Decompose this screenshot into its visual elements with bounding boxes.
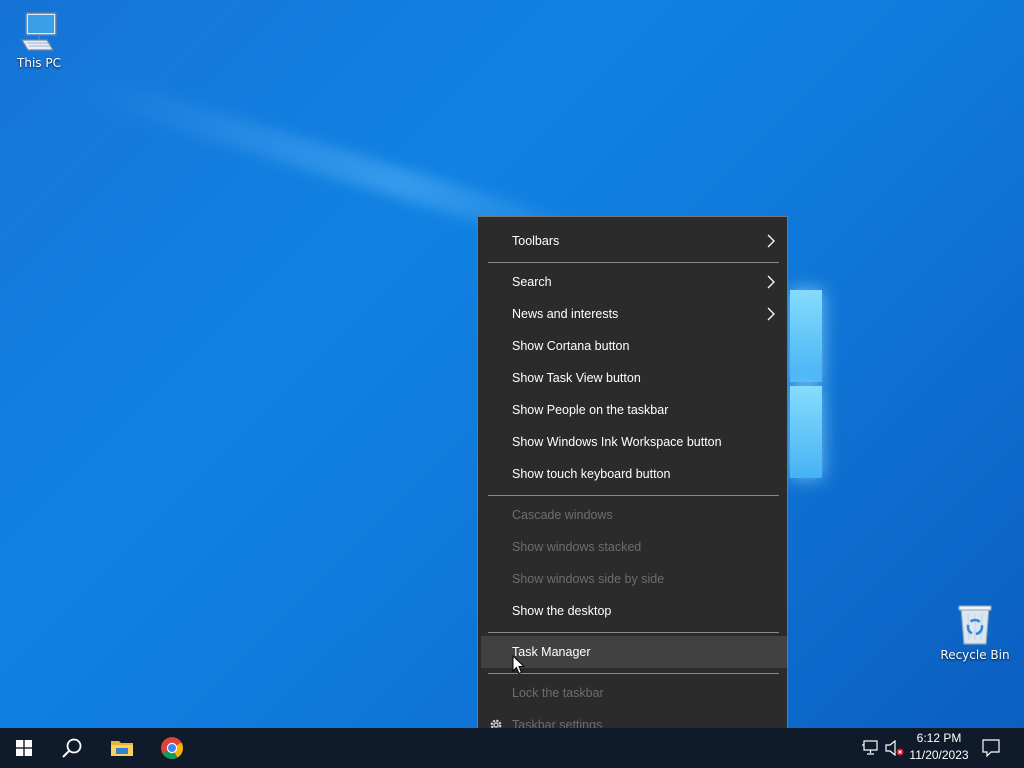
network-icon: [862, 740, 878, 755]
search-icon: [62, 738, 82, 758]
windows-start-icon: [16, 740, 32, 756]
menu-separator: [488, 673, 779, 674]
menu-item-label: Show the desktop: [512, 604, 612, 618]
menu-item-lock-the-taskbar: Lock the taskbar: [478, 677, 787, 709]
desktop-icon-this-pc[interactable]: This PC: [1, 10, 77, 70]
menu-item-label: Toolbars: [512, 234, 560, 248]
menu-item-label: Search: [512, 275, 552, 289]
menu-item-toolbars[interactable]: Toolbars: [478, 225, 787, 257]
volume-tray-button[interactable]: [884, 728, 906, 768]
menu-item-search[interactable]: Search: [478, 266, 787, 298]
menu-item-label: Cascade windows: [512, 508, 613, 522]
menu-item-show-windows-stacked: Show windows stacked: [478, 531, 787, 563]
menu-item-show-task-view-button[interactable]: Show Task View button: [478, 362, 787, 394]
taskbar-clock[interactable]: 6:12 PM 11/20/2023: [904, 730, 974, 766]
menu-item-label: Show Windows Ink Workspace button: [512, 435, 722, 449]
chevron-right-icon: [767, 307, 775, 321]
desktop-icon-label: Recycle Bin: [940, 648, 1010, 662]
menu-item-label: Show windows side by side: [512, 572, 665, 586]
taskbar[interactable]: 6:12 PM 11/20/2023: [0, 728, 1024, 768]
chevron-right-icon: [767, 234, 775, 248]
chrome-icon: [161, 737, 183, 759]
action-center-button[interactable]: [980, 728, 1002, 768]
menu-item-show-people[interactable]: Show People on the taskbar: [478, 394, 787, 426]
menu-item-label: Show People on the taskbar: [512, 403, 669, 417]
desktop-icon-label: This PC: [17, 56, 61, 70]
search-button[interactable]: [48, 728, 96, 768]
menu-item-task-manager[interactable]: Task Manager: [481, 636, 787, 668]
menu-item-show-cortana-button[interactable]: Show Cortana button: [478, 330, 787, 362]
menu-item-label: Show Task View button: [512, 371, 641, 385]
menu-separator: [488, 262, 779, 263]
menu-separator: [488, 632, 779, 633]
menu-item-news-and-interests[interactable]: News and interests: [478, 298, 787, 330]
menu-item-label: Lock the taskbar: [512, 686, 604, 700]
this-pc-icon: [20, 12, 57, 51]
chrome-button[interactable]: [148, 728, 196, 768]
desktop-icon-recycle-bin[interactable]: Recycle Bin: [937, 602, 1013, 662]
start-button[interactable]: [0, 728, 48, 768]
file-explorer-button[interactable]: [98, 728, 146, 768]
notification-icon: [982, 739, 1000, 757]
menu-separator: [488, 495, 779, 496]
menu-item-label: Show Cortana button: [512, 339, 630, 353]
clock-date: 11/20/2023: [909, 748, 969, 762]
menu-item-show-the-desktop[interactable]: Show the desktop: [478, 595, 787, 627]
volume-muted-icon: [885, 740, 904, 756]
recycle-bin-icon: [958, 605, 992, 645]
wallpaper-windows-logo: [790, 290, 824, 480]
menu-item-label: Show touch keyboard button: [512, 467, 671, 481]
menu-item-label: News and interests: [512, 307, 619, 321]
menu-item-show-windows-side-by-side: Show windows side by side: [478, 563, 787, 595]
chevron-right-icon: [767, 275, 775, 289]
menu-item-label: Show windows stacked: [512, 540, 642, 554]
file-explorer-icon: [111, 741, 133, 756]
menu-item-show-windows-ink[interactable]: Show Windows Ink Workspace button: [478, 426, 787, 458]
mouse-cursor-icon: [512, 655, 526, 675]
menu-item-show-touch-keyboard[interactable]: Show touch keyboard button: [478, 458, 787, 490]
menu-item-cascade-windows: Cascade windows: [478, 499, 787, 531]
network-tray-button[interactable]: [860, 728, 882, 768]
clock-time: 6:12 PM: [916, 731, 962, 745]
